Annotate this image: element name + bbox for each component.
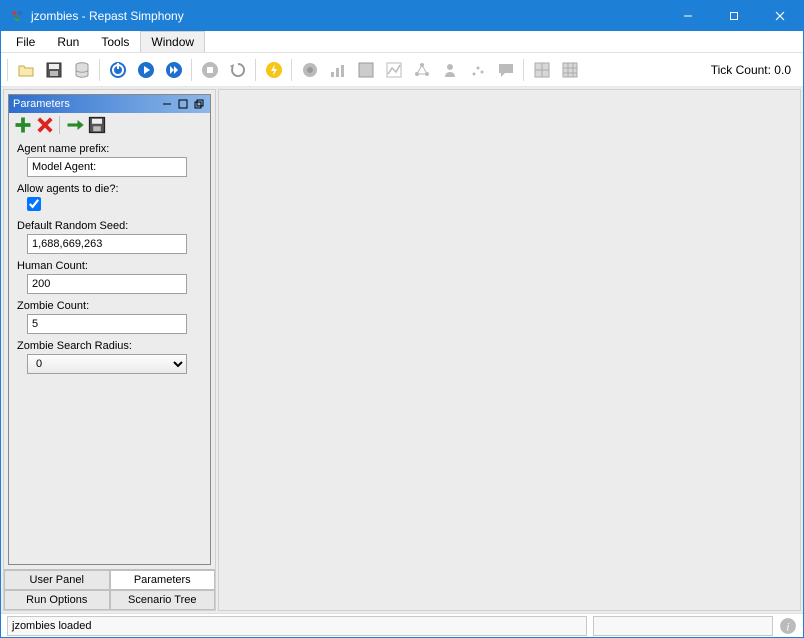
play-icon[interactable]	[133, 57, 159, 83]
open-folder-icon[interactable]	[13, 57, 39, 83]
menubar: File Run Tools Window	[1, 31, 803, 53]
speech-icon[interactable]	[493, 57, 519, 83]
panel-body: Agent name prefix: Allow agents to die?:…	[9, 137, 210, 564]
panel-toolbar	[9, 113, 210, 137]
plot-icon[interactable]	[381, 57, 407, 83]
reset-icon[interactable]	[225, 57, 251, 83]
toolbar-sep	[191, 59, 193, 81]
param-agent-prefix: Agent name prefix:	[17, 143, 202, 177]
app-icon	[9, 8, 25, 24]
param-random-seed: Default Random Seed:	[17, 220, 202, 254]
remove-param-icon[interactable]	[35, 115, 55, 135]
chart-icon[interactable]	[325, 57, 351, 83]
agent-icon[interactable]	[437, 57, 463, 83]
tab-parameters[interactable]: Parameters	[110, 570, 216, 590]
panel-popout-icon[interactable]	[192, 97, 206, 111]
grid-icon[interactable]	[529, 57, 555, 83]
toolbar-sep	[523, 59, 525, 81]
tab-scenario-tree[interactable]: Scenario Tree	[110, 590, 216, 610]
param-zombie-count: Zombie Count:	[17, 300, 202, 334]
panel-toolbar-sep	[59, 116, 61, 134]
status-text: jzombies loaded	[7, 616, 587, 636]
left-pane: Parameters Agent name prefix:	[3, 89, 216, 611]
window-controls	[665, 1, 803, 31]
param-search-radius: Zombie Search Radius: 0	[17, 340, 202, 374]
status-progress	[593, 616, 773, 636]
init-icon[interactable]	[105, 57, 131, 83]
scatter-icon[interactable]	[465, 57, 491, 83]
param-label: Zombie Count:	[17, 300, 202, 312]
add-param-icon[interactable]	[13, 115, 33, 135]
toolbar: Tick Count: 0.0	[1, 53, 803, 87]
toolbar-sep	[291, 59, 293, 81]
param-allow-die: Allow agents to die?:	[17, 183, 202, 214]
agent-prefix-input[interactable]	[27, 157, 187, 177]
main-area: Parameters Agent name prefix:	[1, 87, 803, 613]
lightning-icon[interactable]	[261, 57, 287, 83]
minimize-button[interactable]	[665, 1, 711, 31]
tick-count: Tick Count: 0.0	[711, 63, 799, 77]
search-radius-select[interactable]: 0	[27, 354, 187, 374]
record-icon[interactable]	[297, 57, 323, 83]
panel-minimize-icon[interactable]	[160, 97, 174, 111]
menu-file[interactable]: File	[5, 31, 46, 52]
display-area	[218, 89, 801, 611]
param-label: Zombie Search Radius:	[17, 340, 202, 352]
stop-icon[interactable]	[197, 57, 223, 83]
maximize-button[interactable]	[711, 1, 757, 31]
param-label: Human Count:	[17, 260, 202, 272]
tab-user-panel[interactable]: User Panel	[4, 570, 110, 590]
titlebar: jzombies - Repast Simphony	[1, 1, 803, 31]
panel-title: Parameters	[13, 98, 158, 110]
tab-run-options[interactable]: Run Options	[4, 590, 110, 610]
grid2-icon[interactable]	[557, 57, 583, 83]
app-window: jzombies - Repast Simphony File Run Tool…	[0, 0, 804, 638]
database-icon[interactable]	[69, 57, 95, 83]
network-icon[interactable]	[409, 57, 435, 83]
info-icon[interactable]: i	[779, 617, 797, 635]
zombie-count-input[interactable]	[27, 314, 187, 334]
menu-tools[interactable]: Tools	[90, 31, 140, 52]
menu-run[interactable]: Run	[46, 31, 90, 52]
allow-die-checkbox[interactable]	[27, 197, 41, 211]
save-param-icon[interactable]	[87, 115, 107, 135]
toolbar-sep	[99, 59, 101, 81]
left-pane-tabs: User Panel Parameters Run Options Scenar…	[4, 569, 215, 610]
param-label: Agent name prefix:	[17, 143, 202, 155]
panel-header: Parameters	[9, 95, 210, 113]
human-count-input[interactable]	[27, 274, 187, 294]
step-icon[interactable]	[161, 57, 187, 83]
statusbar: jzombies loaded i	[1, 613, 803, 637]
histogram-icon[interactable]	[353, 57, 379, 83]
param-label: Default Random Seed:	[17, 220, 202, 232]
toolbar-sep	[7, 59, 9, 81]
svg-text:i: i	[786, 621, 789, 633]
menu-window[interactable]: Window	[140, 31, 205, 52]
window-title: jzombies - Repast Simphony	[31, 9, 665, 23]
save-icon[interactable]	[41, 57, 67, 83]
parameters-panel: Parameters Agent name prefix:	[8, 94, 211, 565]
param-human-count: Human Count:	[17, 260, 202, 294]
toolbar-sep	[255, 59, 257, 81]
param-label: Allow agents to die?:	[17, 183, 202, 195]
close-button[interactable]	[757, 1, 803, 31]
random-seed-input[interactable]	[27, 234, 187, 254]
apply-param-icon[interactable]	[65, 115, 85, 135]
panel-maximize-icon[interactable]	[176, 97, 190, 111]
